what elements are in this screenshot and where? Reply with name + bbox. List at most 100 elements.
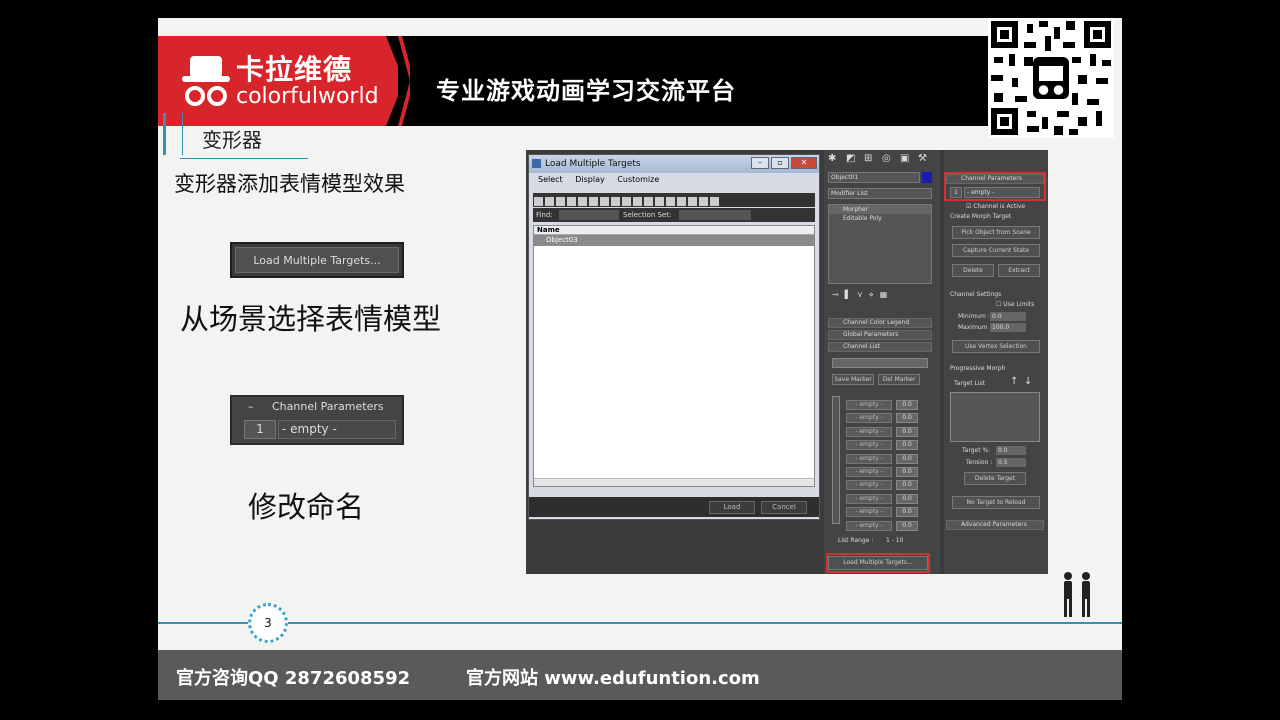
channel-active-checkbox[interactable]: ☑ Channel is Active [966,202,1025,211]
channel-slot-value[interactable]: 0.0 [896,440,918,451]
menu-display[interactable]: Display [575,175,605,184]
geometry-filter-icon[interactable] [534,197,543,206]
channel-slot[interactable]: - empty - [846,480,892,491]
filter-options-icon[interactable] [710,197,719,206]
menu-customize[interactable]: Customize [617,175,659,184]
select-all-icon[interactable] [666,197,675,206]
channel-slot-value[interactable]: 0.0 [896,413,918,424]
channel-slot-value[interactable]: 0.0 [896,467,918,477]
header-bar: 卡拉维德 colorfulworld 专业游戏动画学习交流平台 [158,36,988,126]
channel-slot[interactable]: - empty - [846,426,892,437]
tension-input[interactable]: 0.5 [996,458,1026,467]
close-button[interactable]: ✕ [791,157,817,169]
channel-slot[interactable]: - empty - [846,520,892,531]
channel-slot-value[interactable]: 0.0 [896,426,918,437]
channel-slot-value[interactable]: 0.0 [896,520,918,531]
maximize-button[interactable]: ▫ [771,157,789,169]
caption-rename: 修改命名 [248,490,365,524]
delete-target-button[interactable]: Delete Target [964,472,1026,485]
stack-item-morpher[interactable]: Morpher [829,205,931,214]
channel-parameters-title: Channel Parameters [272,400,384,413]
bone-filter-icon[interactable] [622,197,631,206]
channel-slot[interactable]: - empty - [846,440,892,451]
list-item[interactable]: Object03 [534,235,814,246]
hierarchy-tab-icon[interactable]: ⊞ [864,154,872,164]
del-marker-button[interactable]: Del Marker [878,374,920,385]
extract-button[interactable]: Extract [998,264,1040,277]
modifier-list-dropdown[interactable]: Modifier List [828,188,932,199]
object-color-swatch[interactable] [922,172,932,183]
shape-filter-icon[interactable] [545,197,554,206]
utilities-tab-icon[interactable]: ⚒ [918,154,927,164]
modify-tab-icon[interactable]: ◩ [846,154,855,164]
channel-list-scrollbar[interactable] [832,396,840,524]
list-range-label: List Range : [838,537,874,544]
target-list-box[interactable] [950,392,1040,442]
use-limits-checkbox[interactable]: ☐ Use Limits [996,300,1034,309]
channel-slot[interactable]: - empty - [846,400,892,410]
delete-button[interactable]: Delete [952,264,994,277]
save-marker-button[interactable]: Save Marker [832,374,874,385]
modify-panel: ✱ ◩ ⊞ ◎ ▣ ⚒ Object01 Modifier List Morph… [824,150,940,574]
stack-item-editable-poly[interactable]: Editable Poly [829,214,931,223]
header-chevron [398,36,410,126]
dialog-buttons: Load Cancel [529,497,819,517]
page-number: 3 [248,603,288,643]
load-button[interactable]: Load [709,501,755,514]
motion-tab-icon[interactable]: ◎ [882,154,891,164]
maximum-input[interactable]: 100.0 [990,323,1026,332]
object-name-field[interactable]: Object01 [828,172,920,183]
channel-slot-value[interactable]: 0.0 [896,480,918,491]
channel-slot[interactable]: - empty - [846,507,892,518]
find-input[interactable] [559,210,619,220]
channel-slot-value[interactable]: 0.0 [896,453,918,464]
footer-line [158,622,1122,624]
name-column-header[interactable]: Name [534,226,814,235]
channel-slot[interactable]: - empty - [846,467,892,477]
use-vertex-selection-button[interactable]: Use Vertex Selection [952,340,1040,353]
helper-filter-icon[interactable] [578,197,587,206]
create-tab-icon[interactable]: ✱ [828,154,836,164]
move-up-icon[interactable]: ↑ [1010,377,1018,387]
minimize-button[interactable]: – [751,157,769,169]
menu-select[interactable]: Select [538,175,563,184]
selection-set-dropdown[interactable] [679,210,751,220]
channel-slot-value[interactable]: 0.0 [896,507,918,518]
container-filter-icon[interactable] [633,197,642,206]
dialog-title: Load Multiple Targets – ▫ ✕ [529,155,819,173]
channel-slot-value[interactable]: 0.0 [896,400,918,410]
frozen-filter-icon[interactable] [644,197,653,206]
channel-slot[interactable]: - empty - [846,453,892,464]
cancel-button[interactable]: Cancel [761,501,807,514]
channel-slot[interactable]: - empty - [846,493,892,504]
no-target-to-reload-button[interactable]: No Target to Reload [952,496,1040,509]
stack-tools[interactable]: ⊸▌⋎⋄▦ [832,290,932,299]
create-morph-target-label: Create Morph Target [950,213,1012,220]
capture-state-button[interactable]: Capture Current State [952,244,1040,257]
find-bar: Find: Selection Set: [533,208,815,222]
filter-icon[interactable] [699,197,708,206]
target-percent-input[interactable]: 0.0 [996,446,1026,455]
light-filter-icon[interactable] [556,197,565,206]
rollout-channel-list[interactable]: Channel List [828,342,932,352]
rollout-global-parameters[interactable]: Global Parameters [828,330,932,340]
channel-slot[interactable]: - empty - [846,413,892,424]
xref-filter-icon[interactable] [611,197,620,206]
display-tab-icon[interactable]: ▣ [900,154,909,164]
channel-slot-value[interactable]: 0.0 [896,493,918,504]
pick-object-button[interactable]: Pick Object from Scene [952,226,1040,239]
advanced-parameters-rollout[interactable]: Advanced Parameters [946,520,1044,530]
rollout-channel-color-legend[interactable]: Channel Color Legend [828,318,932,328]
hidden-filter-icon[interactable] [655,197,664,206]
target-list-label: Target List [954,380,985,387]
footer-website[interactable]: 官方网站 www.edufuntion.com [466,664,760,690]
group-filter-icon[interactable] [600,197,609,206]
marker-dropdown[interactable] [832,358,928,368]
camera-filter-icon[interactable] [567,197,576,206]
warp-filter-icon[interactable] [589,197,598,206]
invert-icon[interactable] [688,197,697,206]
move-down-icon[interactable]: ↓ [1024,377,1032,387]
select-none-icon[interactable] [677,197,686,206]
horizontal-scrollbar[interactable] [534,478,814,486]
minimum-input[interactable]: 0.0 [990,312,1026,321]
